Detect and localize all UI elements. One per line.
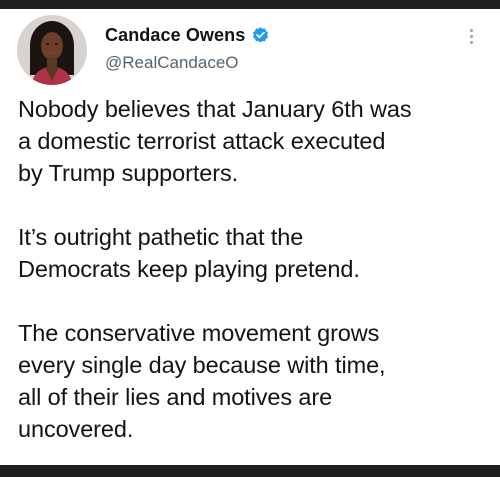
tweet-line: by Trump supporters. bbox=[18, 160, 239, 186]
tweet-line: uncovered. bbox=[18, 416, 134, 442]
tweet-line: The conservative movement grows bbox=[18, 320, 380, 346]
tweet-line: a domestic terrorist attack executed bbox=[18, 128, 386, 154]
tweet-line: all of their lies and motives are bbox=[18, 384, 333, 410]
tweet-line: Democrats keep playing pretend. bbox=[18, 256, 360, 282]
tweet-header: Candace Owens @RealCandaceO bbox=[0, 9, 500, 89]
tweet-text: Nobody believes that January 6th was a d… bbox=[18, 93, 488, 445]
tweet-paragraph-1: Nobody believes that January 6th was a d… bbox=[18, 93, 488, 189]
tweet-line: Nobody believes that January 6th was bbox=[18, 96, 412, 122]
tweet-line: It’s outright pathetic that the bbox=[18, 224, 304, 250]
author-name-row: Candace Owens bbox=[105, 23, 270, 47]
author-handle[interactable]: @RealCandaceO bbox=[105, 53, 239, 73]
verified-badge-icon bbox=[251, 26, 270, 45]
tweet-paragraph-2: It’s outright pathetic that the Democrat… bbox=[18, 221, 488, 285]
tweet-paragraph-3: The conservative movement grows every si… bbox=[18, 317, 488, 445]
tweet-card: Candace Owens @RealCandaceO Nobody belie… bbox=[0, 9, 500, 465]
vertical-ellipsis-icon[interactable] bbox=[462, 23, 480, 49]
display-name[interactable]: Candace Owens bbox=[105, 25, 245, 46]
screenshot-bottom-bar bbox=[0, 465, 500, 477]
avatar-image bbox=[17, 15, 87, 85]
tweet-line: every single day because with time, bbox=[18, 352, 386, 378]
avatar[interactable] bbox=[17, 15, 87, 85]
screenshot-top-bar bbox=[0, 0, 500, 9]
